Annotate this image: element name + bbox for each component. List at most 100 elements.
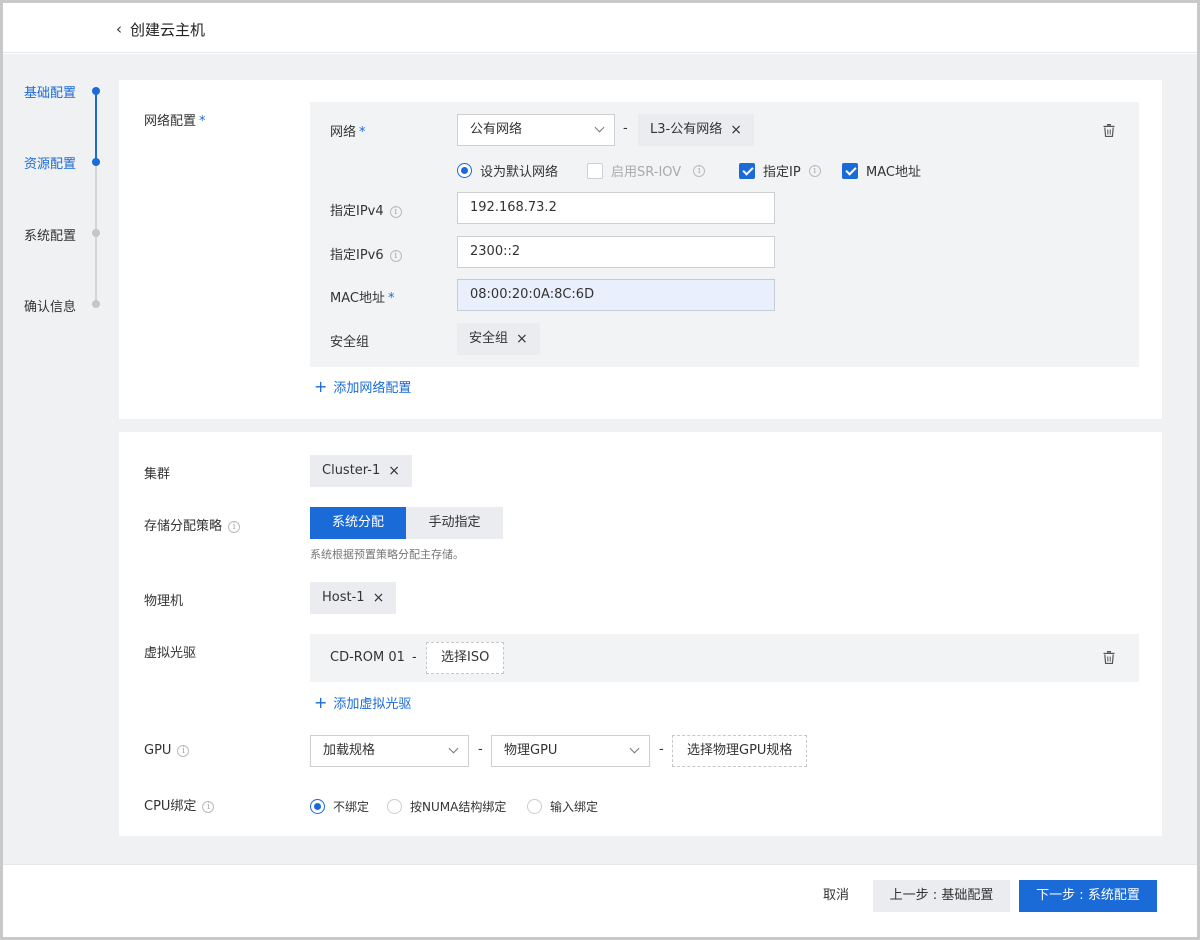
radio-unchecked-icon — [527, 799, 542, 814]
storage-policy-text: 存储分配策略 — [144, 519, 223, 534]
ipv6-label-text: 指定IPv6 — [330, 248, 384, 263]
radio-checked-icon — [457, 163, 472, 178]
select-iso-button[interactable]: 选择ISO — [426, 642, 505, 674]
storage-policy-label: 存储分配策略 i — [144, 515, 241, 534]
cpu-no-binding-label: 不绑定 — [333, 800, 370, 814]
cpu-binding-text: CPU绑定 — [144, 799, 197, 814]
mac-checkbox-label: MAC地址 — [866, 165, 921, 180]
step-dot-confirm — [92, 300, 100, 308]
storage-manual-assign-button[interactable]: 手动指定 — [406, 507, 503, 539]
security-group-tag: 安全组 × — [457, 323, 540, 355]
step-resource-config[interactable]: 资源配置 — [24, 153, 76, 172]
mac-label-text: MAC地址 — [330, 291, 385, 306]
step-dot-resource — [92, 158, 100, 166]
info-icon: i — [202, 801, 215, 813]
virtual-cdrom-label: 虚拟光驱 — [144, 646, 197, 661]
network-config-label: 网络配置 * — [144, 110, 206, 129]
step-basic-config[interactable]: 基础配置 — [24, 82, 76, 101]
gpu-type-value: 物理GPU — [504, 743, 558, 758]
page-title: 创建云主机 — [130, 21, 206, 39]
cdrom-box: CD-ROM 01 - 选择ISO — [310, 634, 1139, 682]
mac-checkbox[interactable]: MAC地址 — [842, 161, 921, 180]
ipv6-label: 指定IPv6 i — [330, 244, 402, 263]
cdrom-name: CD-ROM 01 — [330, 650, 405, 665]
close-icon[interactable]: × — [516, 323, 528, 355]
storage-hint: 系统根据预置策略分配主存储。 — [310, 548, 464, 561]
default-network-radio[interactable]: 设为默认网络 — [457, 161, 558, 180]
chevron-left-icon: ‹ — [116, 20, 122, 38]
host-label: 物理机 — [144, 594, 184, 609]
step-navigator: 基础配置 资源配置 系统配置 确认信息 — [3, 54, 113, 354]
chevron-down-icon — [448, 743, 459, 754]
select-gpu-spec-button[interactable]: 选择物理GPU规格 — [672, 735, 808, 767]
info-icon: i — [389, 250, 402, 262]
radio-unchecked-icon — [387, 799, 402, 814]
storage-system-assign-button[interactable]: 系统分配 — [310, 507, 406, 539]
delete-icon[interactable] — [1103, 651, 1115, 664]
host-tag-label: Host-1 — [322, 590, 365, 605]
plus-icon: + — [314, 693, 328, 712]
cancel-button[interactable]: 取消 — [809, 880, 863, 912]
ipv4-input[interactable]: 192.168.73.2 — [457, 192, 775, 224]
step-system-config[interactable]: 系统配置 — [24, 225, 76, 244]
step-dot-basic — [92, 87, 100, 95]
gpu-load-value: 加载规格 — [323, 743, 376, 758]
add-virtual-cdrom-button[interactable]: + 添加虚拟光驱 — [314, 693, 411, 713]
default-network-label: 设为默认网络 — [480, 165, 559, 180]
info-icon: i — [177, 745, 190, 757]
page-header: ‹ 创建云主机 — [3, 3, 1197, 53]
checkbox-checked-icon — [739, 162, 755, 179]
network-select-value: 公有网络 — [470, 122, 523, 137]
required-mark: * — [199, 114, 206, 129]
separator-dash: - — [659, 742, 664, 757]
separator-dash: - — [623, 121, 628, 136]
prev-step-button[interactable]: 上一步 : 基础配置 — [873, 880, 1010, 912]
next-step-button[interactable]: 下一步 : 系统配置 — [1019, 880, 1157, 912]
cpu-input-binding-radio[interactable]: 输入绑定 — [527, 798, 598, 815]
separator-dash: - — [478, 742, 483, 757]
info-icon: i — [808, 164, 821, 177]
app-window: ‹ 创建云主机 基础配置 资源配置 系统配置 确认信息 网络配置 * 网络 * … — [0, 0, 1200, 940]
cluster-tag: Cluster-1 × — [310, 455, 413, 487]
ipv4-label-text: 指定IPv4 — [330, 204, 384, 219]
cluster-tag-label: Cluster-1 — [322, 463, 381, 478]
gpu-label-text: GPU — [144, 743, 172, 758]
security-group-label: 安全组 — [330, 335, 370, 350]
step-confirm-info[interactable]: 确认信息 — [24, 296, 76, 315]
network-config-text: 网络配置 — [144, 114, 197, 129]
close-icon[interactable]: × — [730, 114, 742, 146]
gpu-load-select[interactable]: 加载规格 — [310, 735, 469, 767]
add-network-config-button[interactable]: + 添加网络配置 — [314, 377, 411, 397]
ipv6-input[interactable]: 2300::2 — [457, 236, 775, 268]
cpu-binding-label: CPU绑定 i — [144, 795, 215, 814]
network-config-box: 网络 * 公有网络 - L3-公有网络 × 设为默认网络 启用SR-IOV i … — [310, 102, 1139, 367]
cpu-numa-binding-label: 按NUMA结构绑定 — [410, 800, 507, 814]
l3-network-tag: L3-公有网络 × — [638, 114, 754, 146]
info-icon: i — [228, 521, 241, 533]
cluster-label: 集群 — [144, 467, 171, 482]
info-icon: i — [693, 164, 706, 177]
plus-icon: + — [314, 377, 328, 396]
assign-ip-checkbox[interactable]: 指定IP i — [739, 161, 821, 180]
mac-input[interactable]: 08:00:20:0A:8C:6D — [457, 279, 775, 311]
cpu-numa-binding-radio[interactable]: 按NUMA结构绑定 — [387, 798, 506, 815]
mac-label: MAC地址 * — [330, 287, 394, 306]
back-button[interactable]: ‹ 创建云主机 — [116, 19, 205, 40]
delete-icon[interactable] — [1103, 124, 1115, 137]
network-select[interactable]: 公有网络 — [457, 114, 615, 146]
cpu-no-binding-radio[interactable]: 不绑定 — [310, 798, 369, 815]
network-panel: 网络配置 * 网络 * 公有网络 - L3-公有网络 × 设为默认网络 启用SR… — [119, 80, 1162, 419]
checkbox-checked-icon — [842, 162, 858, 179]
checkbox-unchecked-icon — [587, 162, 603, 179]
radio-checked-icon — [310, 799, 325, 814]
step-dot-system — [92, 229, 100, 237]
sriov-checkbox[interactable]: 启用SR-IOV i — [587, 161, 706, 180]
close-icon[interactable]: × — [388, 455, 400, 487]
chevron-down-icon — [629, 743, 640, 754]
network-label: 网络 * — [330, 121, 366, 140]
network-label-text: 网络 — [330, 125, 357, 140]
workspace: 基础配置 资源配置 系统配置 确认信息 网络配置 * 网络 * 公有网络 - L… — [3, 54, 1197, 864]
assign-ip-label: 指定IP — [763, 165, 801, 180]
close-icon[interactable]: × — [373, 582, 385, 614]
gpu-type-select[interactable]: 物理GPU — [491, 735, 650, 767]
